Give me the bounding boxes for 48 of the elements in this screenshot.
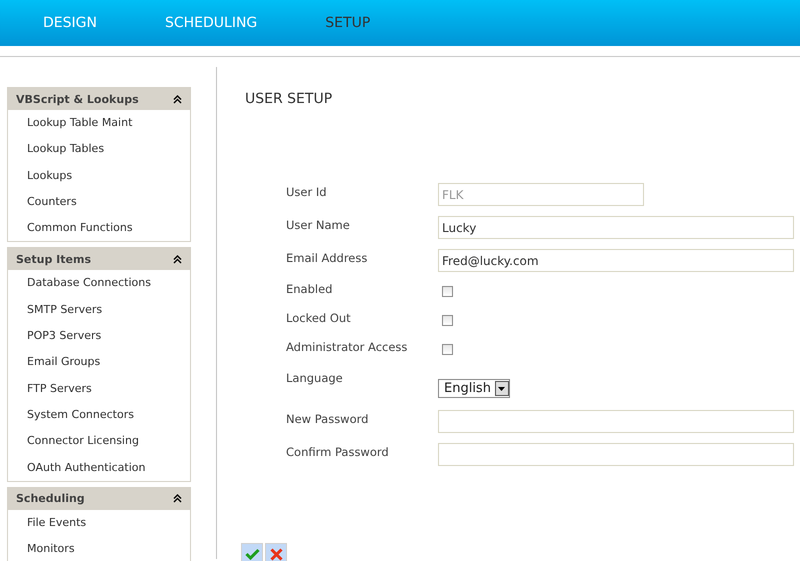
- sidebar-item[interactable]: POP3 Servers: [8, 323, 190, 350]
- cancel-button[interactable]: [265, 543, 287, 561]
- sidebar-item[interactable]: Lookup Tables: [8, 136, 190, 163]
- input-field[interactable]: Fred@lucky.com: [438, 249, 794, 272]
- collapse-icon[interactable]: [173, 494, 182, 504]
- section-header[interactable]: VBScript & Lookups: [8, 88, 190, 110]
- sidebar-item[interactable]: Email Groups: [8, 349, 190, 376]
- language-select[interactable]: English: [438, 379, 510, 398]
- collapse-icon[interactable]: [173, 94, 182, 104]
- sidebar-item[interactable]: System Connectors: [8, 402, 190, 428]
- save-button[interactable]: [241, 543, 263, 561]
- sidebar-item[interactable]: Connector Licensing: [8, 428, 190, 455]
- section-header[interactable]: Scheduling: [8, 488, 190, 510]
- field-label: Enabled: [286, 282, 332, 296]
- field-label: Administrator Access: [286, 340, 408, 354]
- nav-tab[interactable]: SETUP: [325, 15, 370, 31]
- checkbox[interactable]: [442, 315, 453, 326]
- sidebar-item[interactable]: Lookup Table Maint: [8, 110, 190, 136]
- sidebar-item[interactable]: SMTP Servers: [8, 296, 190, 324]
- section-title: Setup Items: [16, 252, 91, 266]
- checkbox[interactable]: [442, 286, 453, 297]
- input-field[interactable]: Lucky: [438, 216, 794, 239]
- field-label: User Name: [286, 218, 350, 232]
- section-title: Scheduling: [16, 492, 85, 506]
- checkbox[interactable]: [442, 344, 453, 355]
- sidebar-item[interactable]: Lookups: [8, 162, 190, 189]
- input-field[interactable]: [438, 410, 794, 433]
- field-label: New Password: [286, 412, 368, 426]
- checkmark-icon: [244, 548, 260, 560]
- close-icon: [270, 548, 282, 560]
- field-label: Locked Out: [286, 311, 351, 325]
- field-label: Email Address: [286, 251, 368, 265]
- sidebar-item[interactable]: OAuth Authentication: [8, 454, 190, 481]
- sidebar-item[interactable]: Counters: [8, 188, 190, 216]
- page-title: USER SETUP: [245, 91, 334, 107]
- field-label: Language: [286, 371, 343, 385]
- section-header[interactable]: Setup Items: [8, 248, 190, 270]
- dropdown-arrow-icon: [498, 386, 506, 390]
- input-field[interactable]: [438, 443, 794, 466]
- field-label: User Id: [286, 185, 327, 199]
- section-title: VBScript & Lookups: [16, 92, 139, 106]
- field-label: Confirm Password: [286, 445, 389, 459]
- sidebar-item[interactable]: FTP Servers: [8, 376, 190, 402]
- sidebar-item[interactable]: Common Functions: [8, 215, 190, 242]
- collapse-icon[interactable]: [173, 254, 182, 264]
- sidebar-item[interactable]: Monitors: [8, 536, 190, 561]
- sidebar-item[interactable]: Database Connections: [8, 270, 190, 297]
- sidebar-item[interactable]: File Events: [8, 510, 190, 536]
